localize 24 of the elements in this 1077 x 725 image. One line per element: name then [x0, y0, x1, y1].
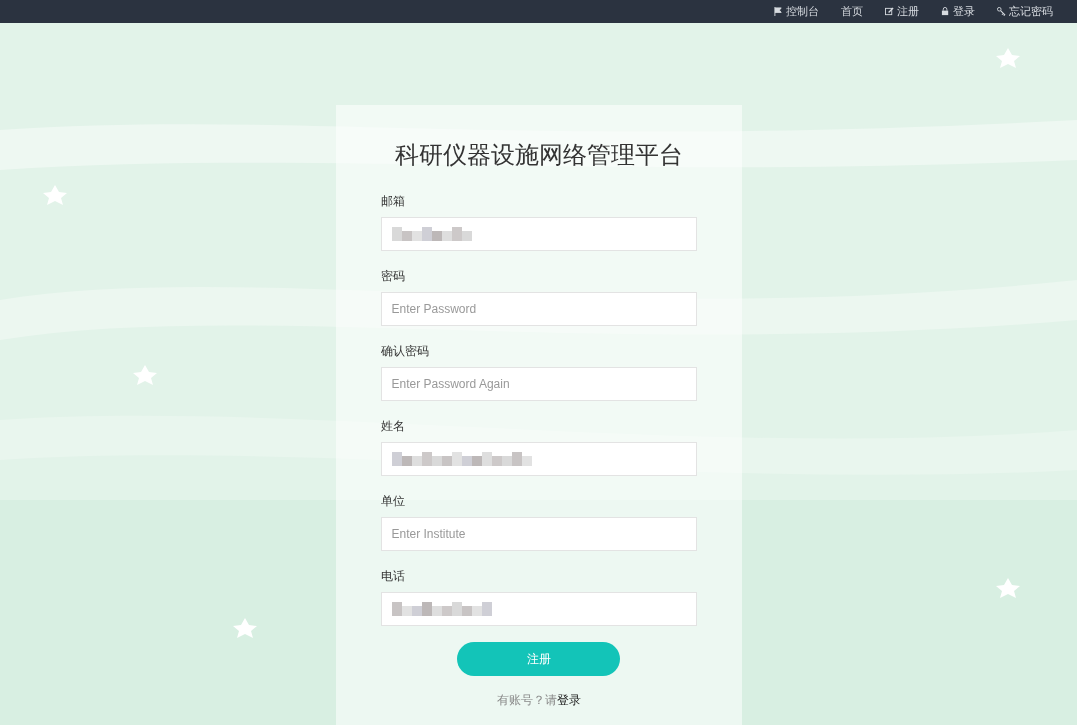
flag-icon — [774, 7, 783, 16]
input-field[interactable] — [380, 591, 697, 626]
input-field[interactable] — [380, 441, 697, 476]
nav-link[interactable]: 注册 — [885, 6, 919, 17]
field-label: 邮箱 — [380, 192, 406, 210]
form-title: 科研仪器设施网络管理平台 — [393, 141, 684, 170]
lock-icon — [941, 7, 950, 16]
field-label: 姓名 — [380, 417, 406, 435]
input-field[interactable]: Enter Password Again — [380, 366, 697, 401]
nav-link[interactable]: 登录 — [941, 6, 975, 17]
login-prompt: 有账号？请登录 — [495, 691, 582, 709]
input-field[interactable] — [380, 216, 697, 251]
field-label: 密码 — [380, 267, 406, 285]
input-field[interactable]: Enter Password — [380, 291, 697, 326]
login-link[interactable]: 登录 — [556, 692, 581, 707]
key-icon — [997, 7, 1006, 16]
field-label: 单位 — [380, 492, 406, 510]
nav-link[interactable]: 首页 — [841, 6, 863, 17]
edit-icon — [885, 7, 894, 16]
field-label: 确认密码 — [380, 342, 430, 360]
nav-link[interactable]: 控制台 — [774, 6, 819, 17]
nav-link[interactable]: 忘记密码 — [997, 6, 1053, 17]
input-field[interactable]: Enter Institute — [380, 516, 697, 551]
field-label: 电话 — [380, 567, 406, 585]
